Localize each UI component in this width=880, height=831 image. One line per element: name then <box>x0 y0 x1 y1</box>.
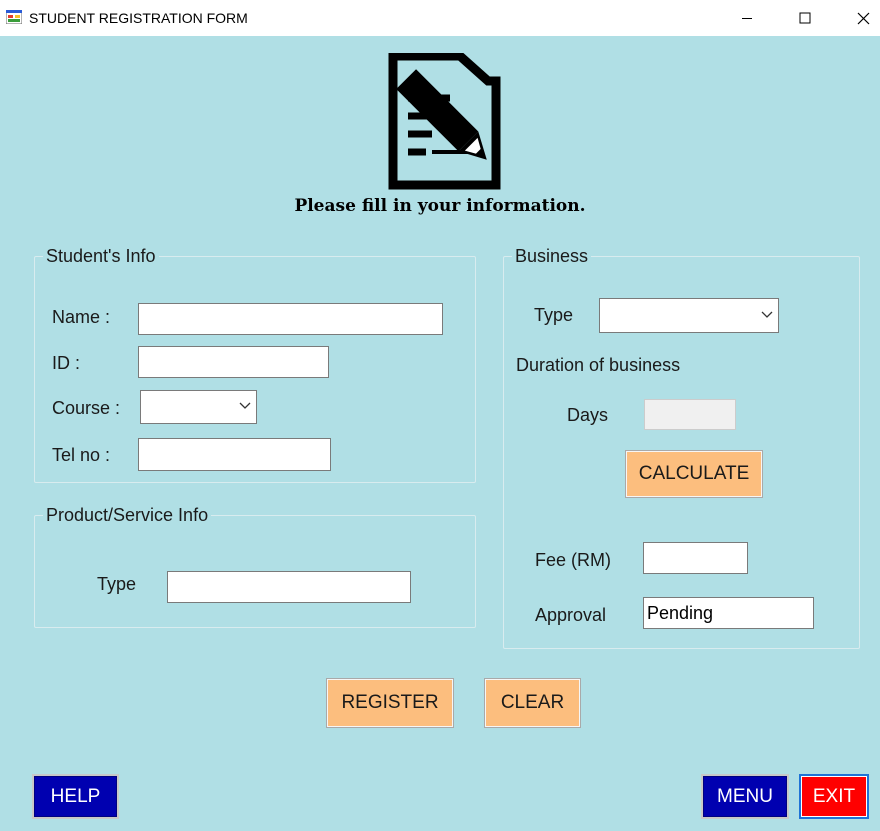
document-pencil-icon <box>388 53 501 190</box>
exit-button[interactable]: EXIT <box>799 774 869 819</box>
product-info-legend: Product/Service Info <box>46 505 209 525</box>
id-field[interactable] <box>138 346 329 378</box>
minimize-icon <box>742 18 752 19</box>
tel-label: Tel no : <box>52 445 111 465</box>
product-info-group: Product/Service Info Type <box>34 505 476 628</box>
title-bar: STUDENT REGISTRATION FORM <box>0 0 880 36</box>
instruction-text: Please fill in your information. <box>294 196 586 216</box>
business-type-dropdown[interactable] <box>599 298 779 333</box>
menu-button[interactable]: MENU <box>701 774 789 819</box>
form-app-icon <box>6 10 22 24</box>
days-label: Days <box>567 405 609 425</box>
close-icon <box>857 12 869 24</box>
course-label: Course : <box>52 398 121 418</box>
name-field[interactable] <box>138 303 443 335</box>
tel-field[interactable] <box>138 438 331 471</box>
approval-field[interactable] <box>643 597 814 629</box>
close-button[interactable] <box>840 0 880 36</box>
student-info-legend: Student's Info <box>46 246 156 266</box>
product-type-label: Type <box>97 574 137 594</box>
calculate-button[interactable]: CALCULATE <box>625 450 763 498</box>
business-legend: Business <box>515 246 589 266</box>
chevron-down-icon <box>761 311 773 318</box>
fee-field[interactable] <box>643 542 748 574</box>
business-group: Business Type Duration of business Days … <box>503 246 860 649</box>
course-dropdown[interactable] <box>140 390 257 424</box>
name-label: Name : <box>52 307 111 327</box>
student-info-group: Student's Info Name : ID : Course : Tel … <box>34 246 476 483</box>
business-type-label: Type <box>534 305 574 325</box>
maximize-button[interactable] <box>782 0 828 36</box>
clear-button[interactable]: CLEAR <box>484 678 581 728</box>
days-field <box>644 399 736 430</box>
registration-window: STUDENT REGISTRATION FORM Please fill in… <box>0 0 880 831</box>
minimize-button[interactable] <box>724 0 770 36</box>
window-title: STUDENT REGISTRATION FORM <box>29 10 248 26</box>
help-button[interactable]: HELP <box>32 774 119 819</box>
register-button[interactable]: REGISTER <box>326 678 454 728</box>
fee-label: Fee (RM) <box>535 550 611 570</box>
id-label: ID : <box>52 353 81 373</box>
chevron-down-icon <box>239 402 251 409</box>
product-type-field[interactable] <box>167 571 411 603</box>
duration-label: Duration of business <box>516 355 681 375</box>
maximize-icon <box>799 12 811 24</box>
approval-label: Approval <box>535 605 607 625</box>
